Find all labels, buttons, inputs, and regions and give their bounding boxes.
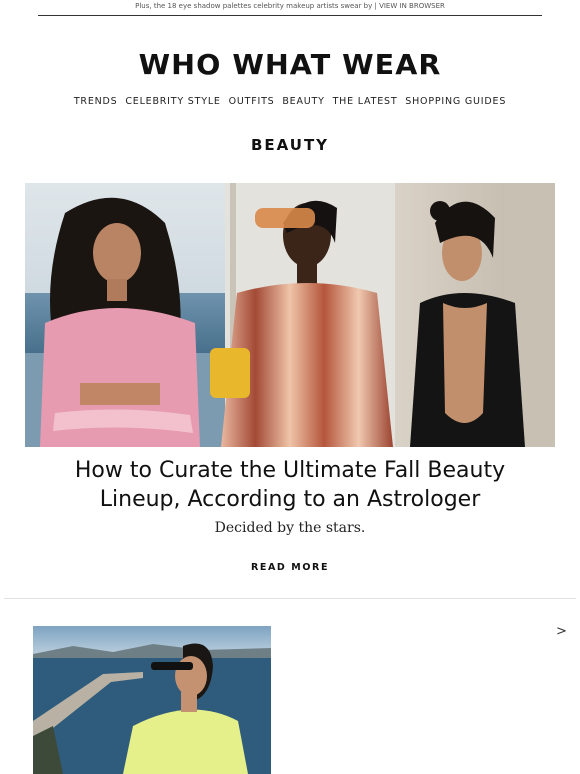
read-more-link[interactable]: READ MORE	[0, 562, 580, 573]
top-divider	[38, 15, 542, 16]
nav-item-outfits[interactable]: OUTFITS	[229, 96, 275, 107]
view-in-browser-link[interactable]: VIEW IN BROWSER	[379, 2, 445, 10]
thumbnail-photo	[33, 626, 271, 774]
article-headline[interactable]: How to Curate the Ultimate Fall Beauty L…	[40, 456, 540, 514]
nav-item-shopping-guides[interactable]: SHOPPING GUIDES	[405, 96, 506, 107]
hero-image[interactable]	[25, 183, 555, 447]
article-dek: Decided by the stars.	[214, 520, 366, 536]
nav-item-beauty[interactable]: BEAUTY	[282, 96, 324, 107]
main-nav: TRENDS CELEBRITY STYLE OUTFITS BEAUTY TH…	[0, 96, 580, 107]
next-arrow-icon[interactable]: >	[556, 624, 567, 639]
preheader-text: Plus, the 18 eye shadow palettes celebri…	[135, 2, 380, 10]
logo[interactable]: WHO WHAT WEAR	[0, 48, 580, 81]
section-title: BEAUTY	[250, 136, 330, 154]
nav-item-celebrity-style[interactable]: CELEBRITY STYLE	[125, 96, 220, 107]
nav-item-the-latest[interactable]: THE LATEST	[333, 96, 398, 107]
section-divider	[4, 598, 576, 599]
nav-item-trends[interactable]: TRENDS	[74, 96, 118, 107]
hero-photo-collage	[25, 183, 555, 447]
preheader: Plus, the 18 eye shadow palettes celebri…	[0, 0, 580, 14]
story-thumbnail[interactable]	[33, 626, 271, 774]
